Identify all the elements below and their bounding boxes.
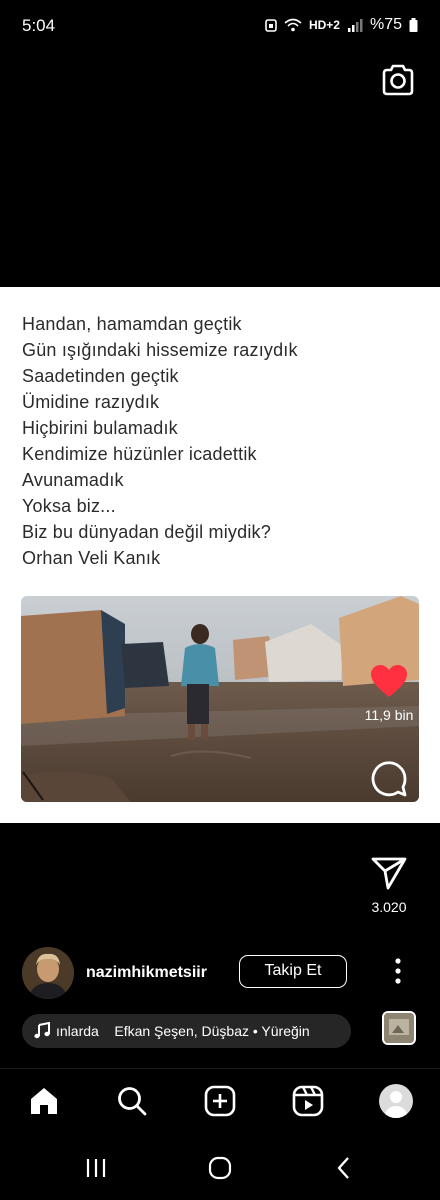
- search-icon: [118, 1087, 147, 1116]
- camera-button[interactable]: [380, 62, 416, 98]
- recents-icon: [86, 1159, 106, 1177]
- like-count: 11,9 bin: [364, 707, 414, 723]
- follow-button[interactable]: Takip Et: [239, 955, 347, 988]
- comment-button[interactable]: 41: [350, 760, 428, 823]
- poem-line: Avunamadık: [22, 470, 124, 490]
- system-home-button[interactable]: [202, 1152, 238, 1184]
- status-bar: 5:04 HD+2 %75: [0, 0, 440, 52]
- poem-line: Orhan Veli Kanık: [22, 548, 161, 568]
- author-username[interactable]: nazimhikmetsiir: [86, 964, 207, 982]
- share-button[interactable]: 3.020: [350, 856, 428, 915]
- add-post-icon: [204, 1085, 236, 1117]
- poem-line: Yoksa biz...: [22, 496, 116, 516]
- audio-thumbnail[interactable]: [382, 1011, 416, 1045]
- nav-reels[interactable]: [290, 1083, 326, 1119]
- more-options-button[interactable]: [388, 953, 408, 989]
- like-button[interactable]: 11,9 bin: [350, 664, 428, 723]
- author-row: nazimhikmetsiir Takip Et: [22, 947, 422, 999]
- poem-line: Kendimize hüzünler icadettik: [22, 444, 257, 464]
- camera-icon: [382, 64, 414, 96]
- poem-line: Ümidine razıydık: [22, 392, 160, 412]
- back-icon: [337, 1157, 349, 1179]
- wifi-icon: [284, 18, 302, 32]
- poem-line: Gün ışığındaki hissemize razıydık: [22, 340, 298, 360]
- status-time: 5:04: [22, 16, 56, 35]
- poem-line: Hiçbirini bulamadık: [22, 418, 178, 438]
- more-vertical-icon: [395, 958, 401, 984]
- nav-create[interactable]: [202, 1083, 238, 1119]
- battery-icon: [409, 18, 418, 32]
- poem-text: Handan, hamamdan geçtik Gün ışığındaki hi…: [22, 311, 298, 571]
- comment-count: 41: [381, 807, 397, 823]
- music-track-text: ınlarda Efkan Şeşen, Düşbaz • Yüreğin: [56, 1023, 310, 1039]
- comment-icon: [371, 761, 407, 797]
- status-icons: HD+2 %75: [265, 16, 418, 34]
- battery-text: %75: [369, 16, 402, 33]
- bottom-nav: [0, 1068, 440, 1137]
- profile-avatar: [379, 1084, 413, 1118]
- home-circle-icon: [208, 1156, 232, 1180]
- nav-search[interactable]: [114, 1083, 150, 1119]
- poem-line: Saadetinden geçtik: [22, 366, 179, 386]
- poem-line: Handan, hamamdan geçtik: [22, 314, 242, 334]
- system-back-button[interactable]: [326, 1152, 362, 1184]
- music-note-icon: [34, 1021, 50, 1044]
- system-nav: [0, 1136, 440, 1200]
- heart-icon: [371, 665, 407, 697]
- music-pill[interactable]: ınlarda Efkan Şeşen, Düşbaz • Yüreğin: [22, 1014, 351, 1048]
- home-icon: [31, 1088, 57, 1114]
- recents-button[interactable]: [78, 1152, 114, 1184]
- reels-icon: [292, 1085, 324, 1117]
- network-label: HD+2: [308, 18, 340, 32]
- signal-icon: [347, 18, 363, 32]
- post-image[interactable]: Handan, hamamdan geçtik Gün ışığındaki hi…: [0, 287, 440, 823]
- send-icon: [371, 857, 407, 890]
- alarm-icon: [265, 18, 277, 32]
- nav-home[interactable]: [26, 1083, 62, 1119]
- nav-profile[interactable]: [378, 1083, 414, 1119]
- poem-line: Biz bu dünyadan değil miydik?: [22, 522, 271, 542]
- author-avatar[interactable]: [22, 947, 74, 999]
- share-count: 3.020: [371, 899, 407, 915]
